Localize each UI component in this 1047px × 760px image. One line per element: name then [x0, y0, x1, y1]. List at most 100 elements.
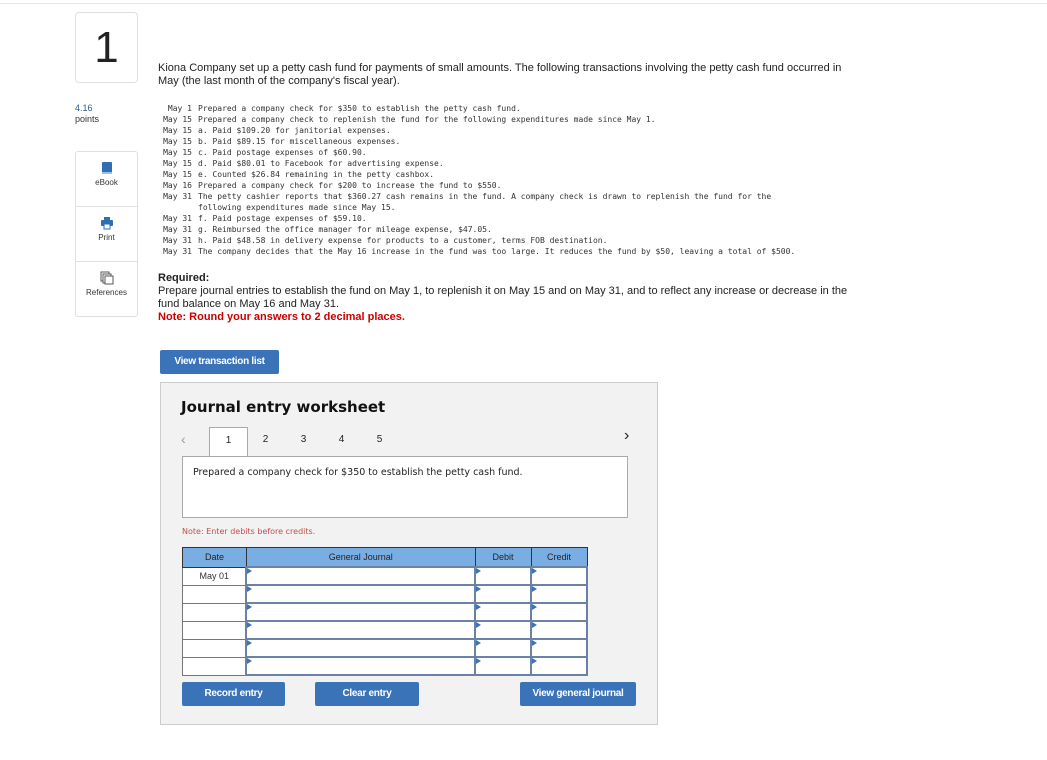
- transaction-list: May 1 Prepared a company check for $350 t…: [158, 103, 795, 257]
- journal-entry-worksheet: Journal entry worksheet ‹ 1 2 3 4 5 › Pr…: [160, 382, 658, 725]
- clear-entry-button[interactable]: Clear entry: [315, 682, 419, 706]
- date-cell[interactable]: [182, 620, 247, 640]
- tab-3[interactable]: 3: [285, 427, 322, 454]
- date-cell[interactable]: [182, 656, 247, 676]
- required-heading: Required:: [158, 272, 210, 284]
- account-input[interactable]: [245, 656, 477, 676]
- transaction-line: May 31 h. Paid $48.58 in delivery expense…: [158, 235, 795, 246]
- transaction-date: May 15: [163, 148, 192, 157]
- transaction-text: Prepared a company check for $200 to inc…: [198, 181, 502, 190]
- date-cell[interactable]: [182, 602, 247, 622]
- column-header-debit: Debit: [474, 547, 532, 568]
- debit-input[interactable]: [474, 620, 533, 640]
- transaction-text: Prepared a company check for $350 to est…: [198, 104, 521, 113]
- transaction-line: May 15 e. Counted $26.84 remaining in the…: [158, 169, 795, 180]
- transaction-line: May 15 b. Paid $89.15 for miscellaneous e…: [158, 136, 795, 147]
- tab-5[interactable]: 5: [361, 427, 398, 454]
- tab-4[interactable]: 4: [323, 427, 360, 454]
- transaction-date: May 31: [163, 214, 192, 223]
- transaction-text: d. Paid $80.01 to Facebook for advertisi…: [198, 159, 444, 168]
- account-input[interactable]: [245, 584, 477, 604]
- record-entry-button[interactable]: Record entry: [182, 682, 285, 706]
- transaction-date: May 15: [163, 115, 192, 124]
- journal-row: [182, 656, 588, 676]
- transaction-text: c. Paid postage expenses of $60.90.: [198, 148, 367, 157]
- rounding-note: Note: Round your answers to 2 decimal pl…: [158, 311, 405, 323]
- points-value: 4.16: [75, 103, 93, 113]
- date-cell[interactable]: [182, 638, 247, 658]
- sidebar-item-ebook[interactable]: eBook: [76, 161, 137, 207]
- transaction-date: May 15: [163, 170, 192, 179]
- credit-input[interactable]: [530, 656, 588, 676]
- points: 4.16 points: [75, 103, 99, 125]
- transaction-line: May 15 Prepared a company check to replen…: [158, 114, 795, 125]
- sidebar-item-print[interactable]: Print: [76, 216, 137, 262]
- transaction-date: May 15: [163, 159, 192, 168]
- journal-row: [182, 584, 588, 604]
- transaction-text: following expenditures made since May 15…: [198, 203, 396, 212]
- sidebar-item-label: References: [86, 288, 127, 297]
- debit-input[interactable]: [474, 584, 533, 604]
- problem-intro: Kiona Company set up a petty cash fund f…: [158, 62, 842, 87]
- transaction-line: May 31 The company decides that the May 1…: [158, 246, 795, 257]
- sidebar-item-references[interactable]: References: [76, 271, 137, 316]
- credit-input[interactable]: [530, 584, 588, 604]
- transaction-text: The company decides that the May 16 incr…: [198, 247, 796, 256]
- view-general-journal-button[interactable]: View general journal: [520, 682, 636, 706]
- transaction-date: May 31: [163, 247, 192, 256]
- column-header-credit: Credit: [530, 547, 588, 568]
- debit-input[interactable]: [474, 638, 533, 658]
- account-input[interactable]: [245, 638, 477, 658]
- credit-input[interactable]: [530, 566, 588, 586]
- transaction-text: e. Counted $26.84 remaining in the petty…: [198, 170, 435, 179]
- tab-2[interactable]: 2: [247, 427, 284, 454]
- account-input[interactable]: [245, 620, 477, 640]
- required-section: Required: Prepare journal entries to est…: [158, 272, 868, 324]
- prev-arrow-icon[interactable]: ‹: [181, 431, 186, 447]
- tab-1[interactable]: 1: [209, 427, 248, 456]
- transaction-line: May 31 g. Reimbursed the office manager f…: [158, 224, 795, 235]
- credit-input[interactable]: [530, 620, 588, 640]
- worksheet-title: Journal entry worksheet: [181, 398, 386, 416]
- transaction-date: May 1: [167, 104, 192, 113]
- journal-row: [182, 620, 588, 640]
- transaction-text: Prepared a company check to replenish th…: [198, 115, 656, 124]
- debit-input[interactable]: [474, 602, 533, 622]
- transaction-line: May 1 Prepared a company check for $350 t…: [158, 103, 795, 114]
- debit-input[interactable]: [474, 566, 533, 586]
- transaction-text: The petty cashier reports that $360.27 c…: [198, 192, 772, 201]
- transaction-date: May 15: [163, 126, 192, 135]
- credit-input[interactable]: [530, 602, 588, 622]
- transaction-text: h. Paid $48.58 in delivery expense for p…: [198, 236, 608, 245]
- book-icon: [101, 162, 112, 174]
- sidebar-item-label: Print: [98, 233, 115, 242]
- transaction-date: May 31: [163, 225, 192, 234]
- journal-row: May 01: [182, 566, 588, 586]
- journal-row: [182, 638, 588, 658]
- transaction-line: following expenditures made since May 15…: [158, 202, 795, 213]
- journal-row: [182, 602, 588, 622]
- credit-input[interactable]: [530, 638, 588, 658]
- transaction-line: May 31 f. Paid postage expenses of $59.10…: [158, 213, 795, 224]
- column-header-date: Date: [182, 547, 247, 568]
- transaction-date: May 31: [163, 236, 192, 245]
- transaction-text: f. Paid postage expenses of $59.10.: [198, 214, 367, 223]
- question-number: 1: [75, 12, 138, 83]
- sidebar-tools: eBook Print References: [75, 151, 138, 317]
- transaction-line: May 16 Prepared a company check for $200 …: [158, 180, 795, 191]
- debits-note: Note: Enter debits before credits.: [182, 527, 316, 536]
- debit-input[interactable]: [474, 656, 533, 676]
- transaction-text: b. Paid $89.15 for miscellaneous expense…: [198, 137, 401, 146]
- view-transaction-list-button[interactable]: View transaction list: [160, 350, 279, 374]
- column-header-general-journal: General Journal: [245, 547, 476, 568]
- next-arrow-icon[interactable]: ›: [624, 427, 629, 445]
- transaction-text: a. Paid $109.20 for janitorial expenses.: [198, 126, 391, 135]
- date-cell[interactable]: [182, 584, 247, 604]
- account-input[interactable]: [245, 602, 477, 622]
- account-input[interactable]: [245, 566, 477, 586]
- points-label: points: [75, 114, 100, 124]
- transaction-line: May 15 c. Paid postage expenses of $60.90…: [158, 147, 795, 158]
- date-cell[interactable]: May 01: [182, 566, 247, 586]
- copy-icon: [100, 271, 113, 285]
- transaction-description: Prepared a company check for $350 to est…: [182, 456, 628, 518]
